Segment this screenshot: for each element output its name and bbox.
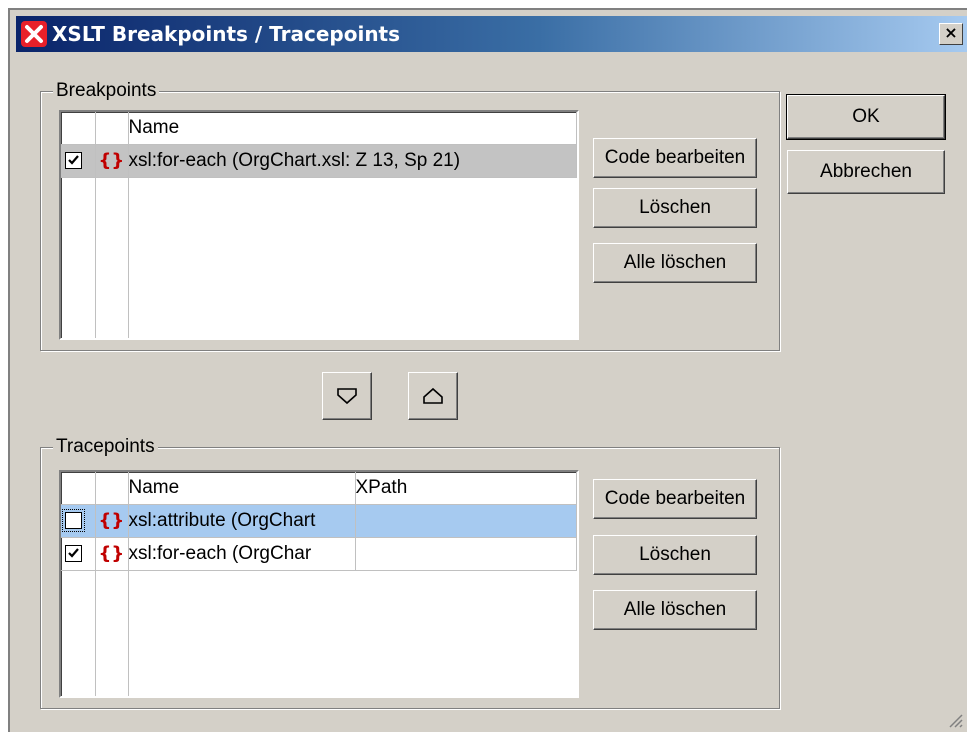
- checkmark-icon: [68, 155, 79, 166]
- tracepoints-group-label: Tracepoints: [53, 435, 158, 459]
- tracepoints-list[interactable]: Name XPath {} xsl:attribute (OrgChart {}…: [59, 470, 579, 698]
- breakpoints-table: Name {} xsl:for-each (OrgChart.xsl: Z 13…: [61, 112, 577, 178]
- column-divider: [128, 472, 129, 696]
- column-divider: [95, 112, 96, 338]
- tracepoint-name: xsl:for-each (OrgChar: [128, 537, 356, 571]
- table-row[interactable]: {} xsl:for-each (OrgChart.xsl: Z 13, Sp …: [61, 144, 577, 178]
- breakpoints-group: Breakpoints Name {} xsl:for-each (OrgCha…: [40, 79, 780, 351]
- checkmark-icon: [68, 548, 79, 559]
- title-bar[interactable]: XSLT Breakpoints / Tracepoints ×: [16, 16, 967, 52]
- triangle-up-icon: [423, 387, 443, 404]
- column-divider: [95, 472, 96, 696]
- breakpoint-enabled-checkbox[interactable]: [65, 152, 82, 170]
- app-icon: [21, 21, 47, 47]
- tracepoint-enabled-checkbox[interactable]: [65, 545, 82, 563]
- column-header-icon[interactable]: [95, 472, 129, 505]
- tracepoints-header-row: Name XPath: [61, 472, 577, 505]
- table-row[interactable]: {} xsl:for-each (OrgChar: [61, 537, 577, 571]
- close-button[interactable]: ×: [939, 23, 963, 45]
- column-header-check[interactable]: [61, 472, 96, 505]
- ok-button[interactable]: OK: [786, 94, 946, 140]
- triangle-down-icon: [337, 388, 357, 405]
- column-header-name[interactable]: Name: [128, 112, 577, 145]
- tracepoint-xpath[interactable]: [355, 537, 577, 571]
- braces-icon: {}: [98, 510, 125, 531]
- breakpoints-group-label: Breakpoints: [53, 79, 160, 103]
- tracepoints-table: Name XPath {} xsl:attribute (OrgChart {}…: [61, 472, 577, 571]
- tracepoints-edit-code-button[interactable]: Code bearbeiten: [593, 479, 757, 519]
- cancel-button[interactable]: Abbrechen: [787, 150, 945, 194]
- tracepoints-delete-button[interactable]: Löschen: [593, 535, 757, 575]
- column-header-name[interactable]: Name: [128, 472, 356, 505]
- column-header-xpath[interactable]: XPath: [355, 472, 577, 505]
- breakpoints-list[interactable]: Name {} xsl:for-each (OrgChart.xsl: Z 13…: [59, 110, 579, 340]
- column-header-check[interactable]: [61, 112, 96, 145]
- table-row[interactable]: {} xsl:attribute (OrgChart: [61, 504, 577, 538]
- tracepoints-group: Tracepoints Name XPath {} xsl:attribute …: [40, 435, 780, 709]
- breakpoints-header-row: Name: [61, 112, 577, 145]
- column-divider: [128, 112, 129, 338]
- braces-icon: {}: [98, 543, 125, 564]
- close-icon: ×: [944, 23, 958, 42]
- window-title: XSLT Breakpoints / Tracepoints: [52, 22, 401, 46]
- tracepoint-enabled-checkbox[interactable]: [62, 509, 85, 533]
- breakpoint-name: xsl:for-each (OrgChart.xsl: Z 13, Sp 21): [128, 144, 577, 178]
- tracepoint-name: xsl:attribute (OrgChart: [128, 504, 356, 538]
- move-up-button[interactable]: [408, 372, 458, 420]
- breakpoints-delete-button[interactable]: Löschen: [593, 188, 757, 228]
- braces-icon: {}: [98, 150, 125, 171]
- dialog-window: XSLT Breakpoints / Tracepoints × Breakpo…: [8, 8, 967, 732]
- breakpoints-edit-code-button[interactable]: Code bearbeiten: [593, 138, 757, 178]
- move-down-button[interactable]: [322, 372, 372, 420]
- resize-grip-icon[interactable]: [945, 710, 963, 728]
- column-header-icon[interactable]: [95, 112, 129, 145]
- breakpoints-delete-all-button[interactable]: Alle löschen: [593, 243, 757, 283]
- tracepoint-xpath[interactable]: [355, 504, 577, 538]
- tracepoints-delete-all-button[interactable]: Alle löschen: [593, 590, 757, 630]
